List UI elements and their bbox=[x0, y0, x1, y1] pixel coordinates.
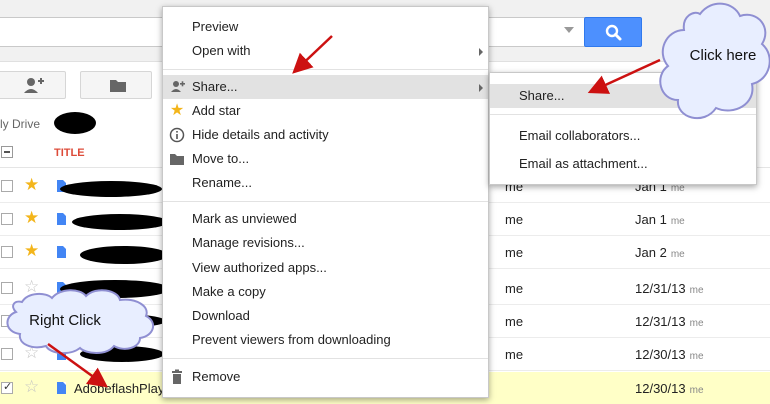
last-modified-cell: 12/30/13 me bbox=[635, 381, 704, 396]
title-column-header[interactable]: TITLE bbox=[54, 147, 85, 159]
submenu-item-email-collaborators[interactable]: Email collaborators... bbox=[490, 124, 756, 148]
menu-item-hide-details[interactable]: Hide details and activity bbox=[163, 123, 488, 147]
menu-item-rename[interactable]: Rename... bbox=[163, 171, 488, 195]
row-checkbox[interactable] bbox=[1, 315, 13, 327]
search-options-icon[interactable] bbox=[564, 27, 574, 33]
row-checkbox[interactable] bbox=[1, 348, 13, 360]
redacted-folder-name bbox=[54, 112, 96, 134]
folder-icon bbox=[110, 80, 126, 92]
redacted-file-name bbox=[60, 181, 162, 197]
redacted-file-name bbox=[60, 280, 170, 298]
menu-item-add-star[interactable]: ★ Add star bbox=[163, 99, 488, 123]
menu-item-preview[interactable]: Preview bbox=[163, 15, 488, 39]
document-icon bbox=[57, 213, 66, 225]
last-modified-cell: 12/31/13 me bbox=[635, 314, 704, 329]
star-icon[interactable]: ☆ bbox=[24, 378, 39, 395]
click-here-label: Click here bbox=[689, 47, 757, 64]
menu-item-share[interactable]: Share... bbox=[163, 75, 488, 99]
star-icon[interactable]: ☆ bbox=[24, 344, 39, 361]
star-icon[interactable]: ★ bbox=[24, 242, 39, 259]
trash-icon bbox=[169, 365, 185, 396]
star-icon[interactable]: ★ bbox=[24, 176, 39, 193]
right-click-label: Right Click bbox=[29, 312, 101, 329]
row-checkbox[interactable] bbox=[1, 380, 13, 394]
select-all-checkbox[interactable] bbox=[1, 146, 13, 158]
menu-item-remove[interactable]: Remove bbox=[163, 365, 488, 389]
add-person-icon bbox=[24, 78, 44, 93]
menu-item-open-with[interactable]: Open with bbox=[163, 39, 488, 63]
owner-cell: me bbox=[505, 281, 524, 296]
last-modified-cell: Jan 2 me bbox=[635, 245, 685, 260]
redacted-file-name bbox=[80, 246, 168, 264]
menu-item-make-copy[interactable]: Make a copy bbox=[163, 280, 488, 304]
breadcrumb[interactable]: ly Drive bbox=[0, 117, 40, 131]
menu-item-move-to[interactable]: Move to... bbox=[163, 147, 488, 171]
row-checkbox[interactable] bbox=[1, 213, 13, 225]
menu-divider bbox=[163, 201, 488, 202]
menu-divider bbox=[490, 114, 756, 115]
submenu-item-share[interactable]: Share... bbox=[490, 84, 756, 108]
owner-cell: me bbox=[505, 245, 524, 260]
menu-item-manage-revisions[interactable]: Manage revisions... bbox=[163, 231, 488, 255]
submenu-item-email-attachment[interactable]: Email as attachment... bbox=[490, 152, 756, 176]
owner-cell: me bbox=[505, 314, 524, 329]
row-checkbox[interactable] bbox=[1, 282, 13, 294]
menu-item-prevent-download[interactable]: Prevent viewers from downloading bbox=[163, 328, 488, 352]
search-button[interactable] bbox=[584, 17, 642, 47]
document-icon bbox=[57, 382, 66, 394]
menu-item-download[interactable]: Download bbox=[163, 304, 488, 328]
document-icon bbox=[57, 246, 66, 258]
owner-cell: me bbox=[505, 347, 524, 362]
share-submenu: Share... Email collaborators... Email as… bbox=[489, 72, 757, 185]
share-button[interactable] bbox=[0, 71, 66, 99]
star-icon[interactable]: ☆ bbox=[24, 278, 39, 295]
row-checkbox[interactable] bbox=[1, 180, 13, 192]
menu-divider bbox=[163, 69, 488, 70]
menu-item-mark-unviewed[interactable]: Mark as unviewed bbox=[163, 207, 488, 231]
submenu-arrow-icon bbox=[479, 48, 483, 56]
menu-divider bbox=[163, 358, 488, 359]
search-icon bbox=[605, 24, 622, 41]
star-icon: ★ bbox=[169, 102, 185, 119]
move-to-folder-button[interactable] bbox=[80, 71, 152, 99]
row-checkbox[interactable] bbox=[1, 246, 13, 258]
document-icon bbox=[57, 348, 66, 360]
owner-cell: me bbox=[505, 212, 524, 227]
submenu-arrow-icon bbox=[479, 84, 483, 92]
redacted-file-name bbox=[72, 214, 168, 230]
menu-item-view-authorized-apps[interactable]: View authorized apps... bbox=[163, 256, 488, 280]
last-modified-cell: 12/30/13 me bbox=[635, 347, 704, 362]
last-modified-cell: Jan 1 me bbox=[635, 212, 685, 227]
star-icon[interactable]: ★ bbox=[24, 209, 39, 226]
context-menu: Preview Open with Share... ★ Add star Hid… bbox=[162, 6, 489, 398]
redacted-file-name bbox=[80, 346, 164, 362]
last-modified-cell: 12/31/13 me bbox=[635, 281, 704, 296]
